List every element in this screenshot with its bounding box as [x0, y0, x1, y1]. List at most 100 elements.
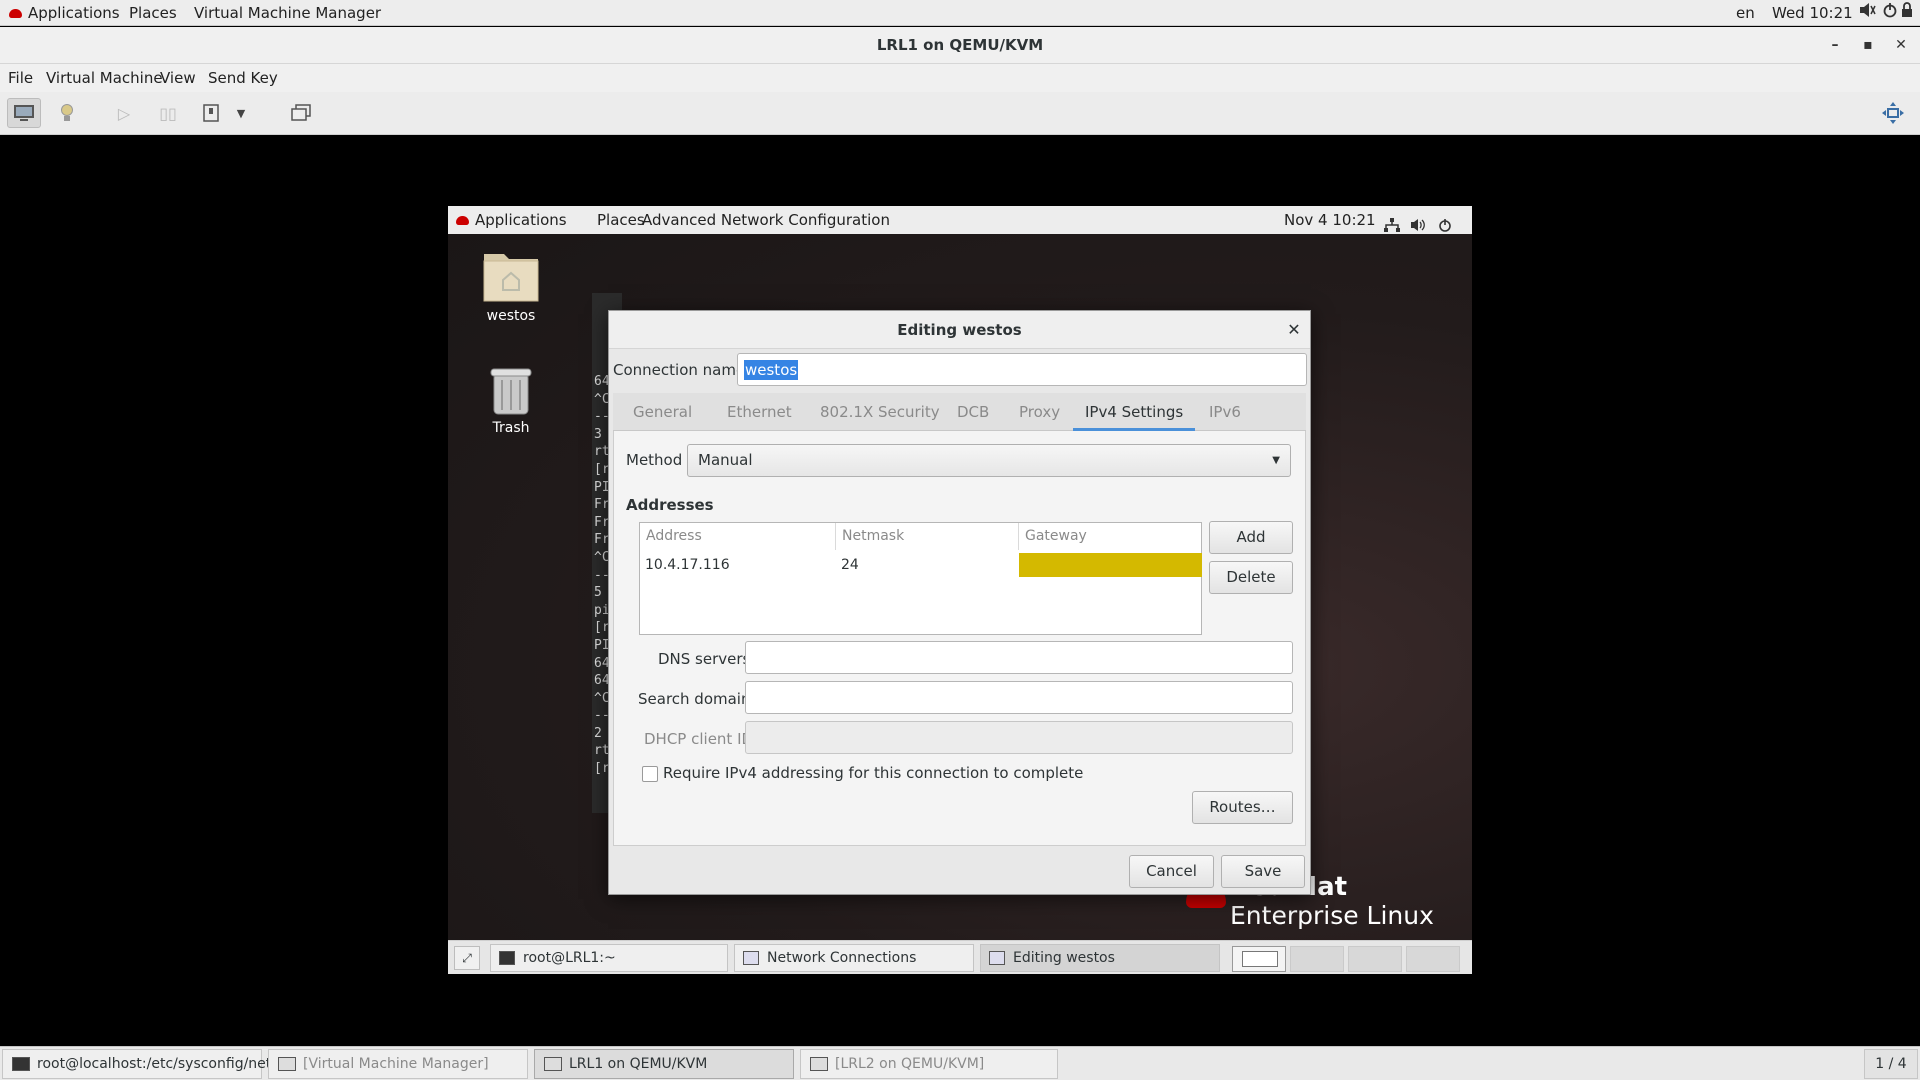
tab-8021x-security[interactable]: 802.1X Security	[808, 393, 952, 431]
tab-ipv6-settings[interactable]: IPv6 Settings	[1197, 393, 1306, 459]
pause-button[interactable]: ▯▯	[151, 98, 185, 128]
dhcp-client-id-field	[745, 721, 1293, 754]
tab-ipv4-settings[interactable]: IPv4 Settings	[1073, 393, 1196, 431]
applications-menu[interactable]: Applications	[9, 0, 120, 26]
guest-task-label: Editing westos	[1013, 950, 1115, 966]
guest-volume-icon[interactable]	[1410, 213, 1426, 241]
guest-places-menu[interactable]: Places	[597, 206, 645, 234]
app-menu[interactable]: Virtual Machine Manager	[194, 0, 381, 26]
guest-task-network-connections[interactable]: Network Connections	[734, 944, 974, 972]
guest-app-menu[interactable]: Advanced Network Configuration	[642, 206, 890, 234]
guest-applications-menu[interactable]: Applications	[456, 206, 567, 234]
dns-servers-label: DNS servers	[658, 650, 751, 668]
column-header-address[interactable]: Address	[640, 523, 836, 550]
home-folder-shortcut[interactable]: westos	[466, 246, 556, 324]
network-window-icon	[989, 951, 1005, 965]
window-title: LRL1 on QEMU/KVM	[876, 36, 1044, 54]
guest-power-icon[interactable]	[1438, 213, 1452, 241]
menu-virtual-machine[interactable]: Virtual Machine	[46, 69, 163, 87]
close-window-button[interactable]: ✕	[1886, 27, 1916, 64]
dialog-titlebar: Editing westos ✕	[609, 311, 1310, 349]
snapshots-button[interactable]	[284, 98, 318, 128]
host-task-lrl1[interactable]: LRL1 on QEMU/KVM	[534, 1049, 794, 1079]
require-ipv4-label[interactable]: Require IPv4 addressing for this connect…	[663, 764, 1083, 782]
gateway-cell[interactable]	[1019, 553, 1202, 577]
applications-label: Applications	[28, 4, 120, 22]
trash-label: Trash	[492, 420, 530, 436]
home-folder-icon	[483, 254, 539, 302]
method-select[interactable]: Manual ▼	[687, 444, 1291, 477]
volume-icon[interactable]	[1858, 0, 1876, 26]
host-task-lrl2[interactable]: [LRL2 on QEMU/KVM]	[800, 1049, 1058, 1079]
column-header-netmask[interactable]: Netmask	[836, 523, 1019, 550]
clock[interactable]: Wed 10:21	[1772, 0, 1853, 26]
home-folder-label: westos	[486, 308, 536, 324]
logo-text: Enterprise Linux	[1230, 901, 1434, 930]
guest-task-editing-westos[interactable]: Editing westos	[980, 944, 1220, 972]
host-task-terminal[interactable]: root@localhost:/etc/sysconfig/netw...	[2, 1049, 295, 1079]
language-indicator[interactable]: en	[1736, 0, 1755, 26]
trash-shortcut[interactable]: Trash	[466, 364, 556, 436]
dns-servers-field[interactable]	[745, 641, 1293, 674]
routes-button[interactable]: Routes…	[1192, 791, 1293, 824]
power-icon[interactable]	[1882, 0, 1898, 26]
window-titlebar: LRL1 on QEMU/KVM – ▪ ✕	[0, 27, 1920, 64]
places-menu[interactable]: Places	[129, 0, 177, 26]
connection-name-field[interactable]: westos	[737, 353, 1307, 386]
run-button[interactable]: ▷	[107, 98, 141, 128]
connection-name-value: westos	[744, 360, 799, 380]
search-domains-field[interactable]	[745, 681, 1293, 714]
workspace-2[interactable]	[1290, 946, 1344, 972]
pause-icon: ▯▯	[159, 103, 177, 123]
guest-task-terminal[interactable]: root@LRL1:~	[490, 944, 728, 972]
terminal-icon	[499, 951, 515, 965]
vm-toolbar: ▷ ▯▯ ▼	[0, 92, 1920, 135]
trash-icon	[490, 368, 532, 415]
tab-dcb[interactable]: DCB	[945, 393, 1001, 431]
host-task-label: root@localhost:/etc/sysconfig/netw...	[37, 1056, 295, 1072]
host-task-vmm[interactable]: [Virtual Machine Manager]	[268, 1049, 528, 1079]
fullscreen-icon	[1882, 102, 1904, 124]
minimize-button[interactable]: –	[1820, 27, 1850, 64]
netmask-cell[interactable]: 24	[836, 553, 1019, 577]
guest-clock[interactable]: Nov 4 10:21	[1284, 206, 1376, 234]
menu-file[interactable]: File	[8, 69, 33, 87]
tab-general[interactable]: General	[621, 393, 704, 431]
method-label: Method	[626, 451, 683, 469]
save-button[interactable]: Save	[1221, 855, 1305, 888]
menu-view[interactable]: View	[160, 69, 196, 87]
add-address-button[interactable]: Add	[1209, 521, 1293, 554]
lightbulb-icon	[61, 104, 73, 121]
shutdown-button[interactable]	[194, 98, 228, 128]
column-header-gateway[interactable]: Gateway	[1019, 523, 1201, 550]
require-ipv4-checkbox[interactable]	[642, 766, 658, 782]
shutdown-dropdown[interactable]: ▼	[231, 98, 251, 128]
lock-icon[interactable]	[1900, 0, 1914, 26]
address-cell[interactable]: 10.4.17.116	[640, 553, 836, 577]
workspace-3[interactable]	[1348, 946, 1402, 972]
show-desktop-button[interactable]: ⤢	[454, 946, 480, 970]
fullscreen-button[interactable]	[1876, 98, 1910, 128]
ipv4-settings-panel	[613, 431, 1306, 846]
host-task-label: [LRL2 on QEMU/KVM]	[835, 1056, 985, 1072]
host-task-label: LRL1 on QEMU/KVM	[569, 1056, 708, 1072]
close-icon[interactable]: ✕	[1284, 320, 1304, 340]
menu-send-key[interactable]: Send Key	[208, 69, 278, 87]
menubar: File Virtual Machine View Send Key	[0, 64, 1920, 92]
addresses-table[interactable]: Address Netmask Gateway 10.4.17.116 24	[639, 522, 1202, 635]
workspace-4[interactable]	[1406, 946, 1460, 972]
tab-proxy[interactable]: Proxy	[1007, 393, 1072, 431]
workspace-indicator[interactable]: 1 / 4	[1864, 1049, 1918, 1079]
cancel-button[interactable]: Cancel	[1129, 855, 1214, 888]
workspace-1[interactable]	[1232, 946, 1286, 972]
monitor-icon	[14, 105, 34, 121]
maximize-button[interactable]: ▪	[1853, 27, 1883, 64]
details-button[interactable]	[50, 98, 84, 128]
guest-applications-label: Applications	[475, 211, 567, 229]
console-view-button[interactable]	[7, 98, 41, 128]
delete-address-button[interactable]: Delete	[1209, 561, 1293, 594]
connection-name-label: Connection name	[613, 361, 746, 379]
network-icon[interactable]	[1384, 213, 1400, 241]
tab-ethernet[interactable]: Ethernet	[715, 393, 804, 431]
guest-top-panel: Applications Places Advanced Network Con…	[448, 206, 1472, 234]
